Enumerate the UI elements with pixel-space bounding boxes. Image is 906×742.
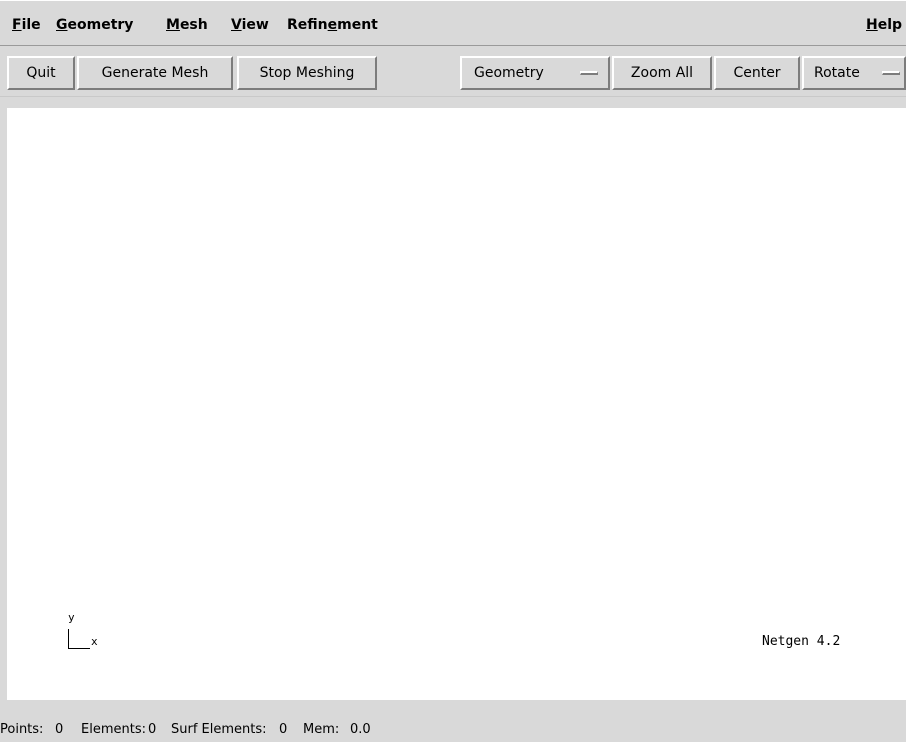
menu-bar: File Geometry Mesh View Refinement Help	[0, 0, 906, 46]
option-menu-indicator-icon	[882, 71, 900, 75]
axis-x-label: x	[91, 635, 98, 648]
menu-mesh-mnemonic: M	[166, 17, 180, 33]
graphics-canvas[interactable]: y x Netgen 4.2	[7, 108, 906, 700]
view-select-value: Geometry	[474, 65, 544, 81]
view-select-menubutton[interactable]: Geometry	[460, 56, 610, 90]
menu-mesh-label: esh	[179, 17, 208, 33]
menu-file-mnemonic: F	[12, 17, 22, 33]
axis-y-label: y	[68, 611, 75, 624]
center-button[interactable]: Center	[714, 56, 800, 90]
mouse-mode-menubutton[interactable]: Rotate	[802, 56, 906, 90]
menu-mesh[interactable]: Mesh	[166, 16, 208, 34]
menu-view[interactable]: View	[231, 16, 269, 34]
generate-mesh-button[interactable]: Generate Mesh	[77, 56, 233, 90]
version-label: Netgen 4.2	[762, 634, 841, 649]
menu-file[interactable]: File	[12, 16, 41, 34]
points-label: Points:	[0, 722, 44, 737]
menu-refinement[interactable]: Refinement	[287, 16, 378, 34]
option-menu-indicator-icon	[580, 71, 598, 75]
zoom-all-button[interactable]: Zoom All	[612, 56, 712, 90]
status-bar: Points: 0 Elements: 0 Surf Elements: 0 M…	[0, 713, 906, 742]
menu-geometry-mnemonic: G	[56, 17, 68, 33]
menu-refinement-label: ment	[337, 17, 378, 33]
menu-refinement-mnemonic: e	[327, 17, 338, 33]
stop-meshing-button[interactable]: Stop Meshing	[237, 56, 377, 90]
mouse-mode-value: Rotate	[814, 65, 860, 81]
surf-elements-value: 0	[279, 722, 288, 737]
menu-help[interactable]: Help	[866, 16, 902, 34]
menu-geometry-label: eometry	[67, 17, 134, 33]
menu-geometry[interactable]: Geometry	[56, 16, 133, 34]
menu-view-mnemonic: V	[231, 17, 242, 33]
toolbar: Quit Generate Mesh Stop Meshing Geometry…	[0, 46, 906, 97]
menu-help-label: elp	[877, 17, 903, 33]
mem-value: 0.0	[350, 722, 371, 737]
elements-label: Elements:	[81, 722, 146, 737]
quit-button[interactable]: Quit	[7, 56, 75, 90]
mem-label: Mem:	[303, 722, 340, 737]
menu-view-label: iew	[241, 17, 269, 33]
surf-elements-label: Surf Elements:	[171, 722, 267, 737]
menu-refinement-prefix: Refin	[287, 17, 328, 33]
menu-help-mnemonic: H	[866, 17, 878, 33]
menu-file-label: ile	[21, 17, 41, 33]
points-value: 0	[55, 722, 64, 737]
elements-value: 0	[148, 722, 157, 737]
